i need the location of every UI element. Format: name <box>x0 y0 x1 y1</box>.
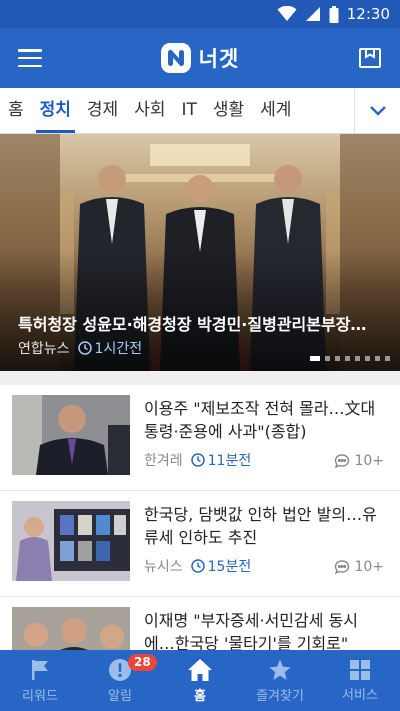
brand-logo-icon <box>160 43 191 73</box>
comment-count[interactable]: 10+ <box>334 559 384 575</box>
comment-count-text: 10+ <box>354 559 384 575</box>
carousel-dot[interactable] <box>355 356 360 361</box>
home-icon <box>188 658 212 681</box>
chevron-down-icon <box>369 105 386 116</box>
tab-politics[interactable]: 정치 <box>32 88 79 133</box>
news-thumbnail <box>12 395 130 475</box>
news-time-text: 15분전 <box>207 559 252 575</box>
nav-label: 서비스 <box>342 687 378 703</box>
news-item[interactable]: 이용주 "제보조작 전혀 몰라…文대통령·준용에 사과"(종합) 한겨레 11분… <box>0 385 400 491</box>
news-meta: 한겨레 11분전 <box>144 450 251 470</box>
clock-icon <box>77 341 92 355</box>
clock: 12:30 <box>346 5 390 23</box>
carousel-dot[interactable] <box>375 356 380 361</box>
comment-count[interactable]: 10+ <box>334 453 384 469</box>
news-time: 15분전 <box>190 556 252 576</box>
battery-icon <box>329 5 339 23</box>
carousel-dot[interactable] <box>325 356 330 361</box>
tab-fade <box>300 88 354 133</box>
nav-alerts[interactable]: 28 알림 <box>80 650 160 711</box>
comment-icon <box>335 454 350 469</box>
hero-title[interactable]: 특허청장 성윤모·해경청장 박경민·질병관리본부장… <box>18 311 386 335</box>
clock-icon <box>190 453 205 467</box>
nav-label: 리워드 <box>22 688 58 704</box>
app-bar: 너겟 <box>0 28 400 88</box>
category-tabs: 홈 정치 경제 사회 IT 생활 세계 <box>0 88 400 134</box>
news-time-text: 11분전 <box>207 453 252 469</box>
nav-label: 즐겨찾기 <box>256 688 304 704</box>
notification-badge: 28 <box>128 654 157 671</box>
tab-society[interactable]: 사회 <box>126 88 173 133</box>
news-source: 한겨레 <box>144 453 183 469</box>
more-tabs-button[interactable] <box>354 88 400 133</box>
news-app: 12:30 너겟 홈 정치 경제 사회 IT 생활 세계 특허청장 성윤모·해경… <box>0 0 400 711</box>
nav-services[interactable]: 서비스 <box>320 650 400 711</box>
brand-name: 너겟 <box>198 47 240 71</box>
signal-icon <box>305 7 320 21</box>
tab-life[interactable]: 생활 <box>205 88 252 133</box>
hero-meta: 연합뉴스 1시간전 <box>18 338 142 358</box>
carousel-dot[interactable] <box>335 356 340 361</box>
nav-label: 홈 <box>194 688 206 704</box>
carousel-dots <box>310 356 390 361</box>
hero-time: 1시간전 <box>77 338 143 358</box>
carousel-dot[interactable] <box>310 356 320 361</box>
grid-icon <box>350 659 370 680</box>
carousel-dot[interactable] <box>365 356 370 361</box>
hero-time-text: 1시간전 <box>94 341 143 357</box>
brand[interactable]: 너겟 <box>160 43 240 73</box>
carousel-dot[interactable] <box>385 356 390 361</box>
news-time: 11분전 <box>190 450 252 470</box>
comment-icon <box>335 560 350 575</box>
news-title[interactable]: 한국당, 담뱃값 인하 법안 발의…유류세 인하도 추진 <box>144 503 384 549</box>
hero-article[interactable]: 특허청장 성윤모·해경청장 박경민·질병관리본부장… 연합뉴스 1시간전 <box>0 134 400 371</box>
star-icon <box>269 659 291 680</box>
tab-world[interactable]: 세계 <box>252 88 299 133</box>
carousel-dot[interactable] <box>345 356 350 361</box>
nav-rewards[interactable]: 리워드 <box>0 650 80 711</box>
wifi-icon <box>277 6 297 21</box>
news-thumbnail <box>12 501 130 581</box>
news-item[interactable]: 한국당, 담뱃값 인하 법안 발의…유류세 인하도 추진 뉴시스 15분전 10… <box>0 491 400 597</box>
tab-economy[interactable]: 경제 <box>79 88 126 133</box>
tab-home[interactable]: 홈 <box>0 88 32 133</box>
clock-icon <box>190 559 205 573</box>
nav-favorites[interactable]: 즐겨찾기 <box>240 650 320 711</box>
nav-label: 알림 <box>108 688 132 704</box>
news-meta: 뉴시스 15분전 <box>144 556 251 576</box>
nav-home[interactable]: 홈 <box>160 650 240 711</box>
bottom-nav: 리워드 28 알림 홈 즐겨찾기 서비스 <box>0 650 400 711</box>
flag-icon <box>32 659 48 680</box>
menu-icon[interactable] <box>18 49 42 67</box>
news-source: 뉴시스 <box>144 559 183 575</box>
section-divider <box>0 371 400 385</box>
comment-count-text: 10+ <box>354 453 384 469</box>
status-bar: 12:30 <box>0 0 400 28</box>
news-title[interactable]: 이재명 "부자증세·서민감세 동시에…한국당 '물타기'를 기회로" <box>144 609 384 655</box>
bookmark-box-icon[interactable] <box>358 46 382 70</box>
hero-source: 연합뉴스 <box>18 341 70 357</box>
news-title[interactable]: 이용주 "제보조작 전혀 몰라…文대통령·준용에 사과"(종합) <box>144 397 384 443</box>
tab-it[interactable]: IT <box>173 88 204 133</box>
